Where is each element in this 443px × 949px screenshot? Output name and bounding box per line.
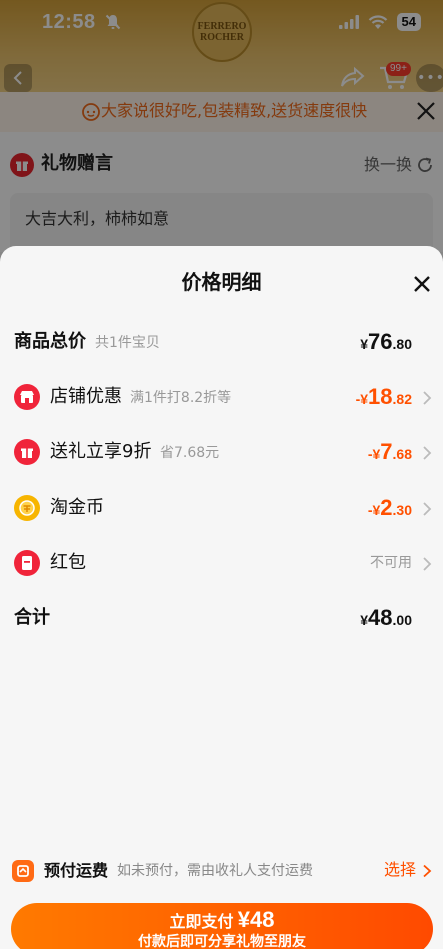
amount-integer: 48 — [368, 605, 393, 630]
prepaid-shipping-desc: 如未预付，需由收礼人支付运费 — [117, 863, 313, 879]
red-packet-label: 红包 — [50, 552, 86, 573]
chevron-right-icon — [423, 391, 432, 405]
amount-integer: 76 — [368, 329, 393, 354]
row-gift-discount[interactable]: 送礼立享9折 省7.68元 -¥7.68 — [0, 432, 443, 472]
store-discount-amount: -¥18.82 — [356, 383, 412, 414]
red-packet-status: 不可用 — [370, 555, 412, 571]
total-goods-label: 商品总价 — [14, 331, 86, 352]
pay-subtext: 付款后即可分享礼物至朋友 — [138, 934, 306, 949]
pay-main-line: 立即支付 ¥48 — [11, 908, 433, 936]
amount-symbol: -¥ — [367, 502, 381, 518]
row-total-goods: 商品总价 共1件宝贝 ¥76.80 — [0, 322, 443, 362]
close-sheet-icon[interactable] — [412, 274, 432, 294]
red-packet-icon — [14, 550, 40, 576]
sum-label: 合计 — [14, 607, 50, 628]
chevron-right-icon — [423, 446, 432, 460]
gift-discount-saving: 省7.68元 — [160, 445, 220, 461]
sheet-title: 价格明细 — [181, 270, 262, 294]
pay-now-button[interactable]: 立即支付 ¥48 付款后即可分享礼物至朋友 — [11, 903, 433, 949]
amount-decimal: .00 — [392, 612, 412, 628]
store-icon — [14, 384, 40, 410]
amount-symbol: -¥ — [367, 446, 381, 462]
pay-label: 立即支付 — [169, 912, 234, 931]
price-details-sheet: 价格明细 商品总价 共1件宝贝 ¥76.80 店铺优惠 满1件打8.2折等 -¥… — [0, 246, 443, 949]
taojinbi-label: 淘金币 — [50, 497, 104, 518]
row-taojinbi[interactable]: 淘金币 -¥2.30 — [0, 488, 443, 528]
row-sum: 合计 ¥48.00 — [0, 598, 443, 638]
row-red-packet[interactable]: 红包 不可用 — [0, 543, 443, 583]
chevron-right-icon — [423, 502, 432, 516]
total-goods-count: 共1件宝贝 — [95, 335, 160, 351]
amount-decimal: .30 — [392, 502, 412, 518]
total-goods-amount: ¥76.80 — [360, 328, 412, 359]
amount-symbol: -¥ — [355, 391, 369, 407]
shipping-select-button[interactable]: 选择 — [384, 858, 416, 882]
store-discount-label: 店铺优惠 — [50, 386, 122, 407]
sum-amount: ¥48.00 — [360, 604, 412, 635]
row-store-discount[interactable]: 店铺优惠 满1件打8.2折等 -¥18.82 — [0, 377, 443, 417]
amount-symbol: ¥ — [360, 612, 369, 628]
gift-discount-amount: -¥7.68 — [368, 438, 412, 469]
chevron-right-icon — [423, 557, 432, 571]
amount-decimal: .80 — [392, 336, 412, 352]
amount-symbol: ¥ — [360, 336, 369, 352]
amount-integer: 2 — [380, 495, 393, 520]
prepaid-shipping-label: 预付运费 — [44, 861, 109, 880]
amount-integer: 7 — [380, 439, 393, 464]
gift-discount-label: 送礼立享9折 — [50, 441, 152, 462]
shipping-icon — [12, 860, 34, 882]
taojinbi-amount: -¥2.30 — [368, 494, 412, 525]
amount-integer: 18 — [368, 384, 393, 409]
gift-discount-icon — [14, 439, 40, 465]
coin-icon — [14, 495, 40, 521]
store-discount-detail: 满1件打8.2折等 — [130, 390, 232, 406]
chevron-right-icon[interactable] — [421, 864, 433, 878]
amount-decimal: .68 — [392, 446, 412, 462]
pay-amount: ¥48 — [237, 907, 275, 932]
amount-decimal: .82 — [392, 391, 412, 407]
